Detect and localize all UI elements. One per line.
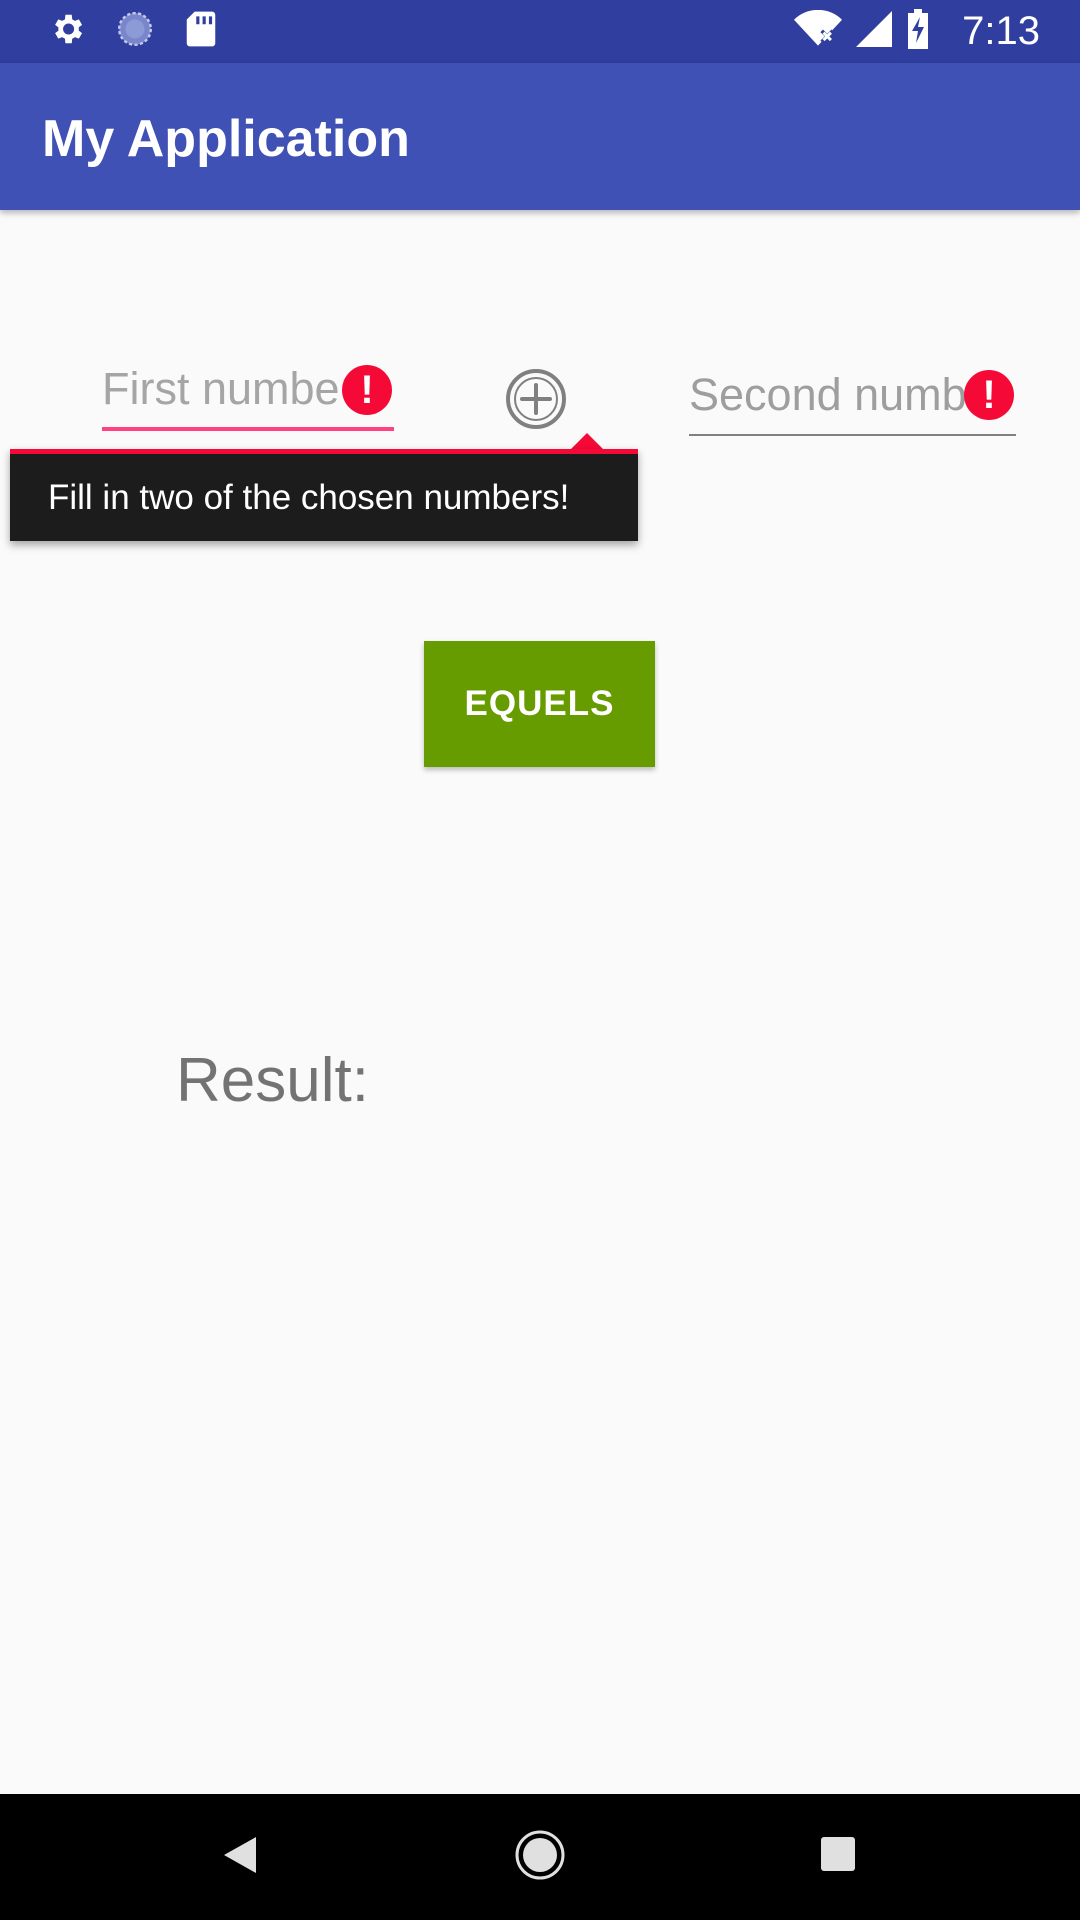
- error-popup-message: Fill in two of the chosen numbers!: [48, 477, 570, 517]
- recents-icon[interactable]: [820, 1836, 856, 1877]
- nav-bar: [0, 1794, 1080, 1920]
- sync-icon: [116, 10, 154, 53]
- status-bar: 7:13: [0, 0, 1080, 63]
- signal-icon: [856, 10, 893, 53]
- equals-button[interactable]: EQUELS: [424, 641, 655, 767]
- back-icon[interactable]: [222, 1835, 258, 1880]
- wifi-off-icon: [794, 9, 843, 53]
- first-number-underline: [102, 427, 394, 431]
- battery-charging-icon: [906, 9, 930, 54]
- status-bar-left: [48, 10, 218, 53]
- error-popup-pointer: [571, 433, 603, 449]
- second-number-field[interactable]: Second numb !: [689, 360, 1016, 436]
- result-label: Result:: [176, 1046, 369, 1115]
- first-number-field[interactable]: First numbe !: [102, 355, 394, 431]
- first-number-placeholder: First numbe: [102, 363, 340, 414]
- plus-circle-icon[interactable]: [505, 368, 567, 430]
- app-bar: My Application: [0, 63, 1080, 210]
- second-number-error-icon[interactable]: !: [964, 370, 1014, 420]
- second-number-placeholder: Second numb: [689, 369, 967, 420]
- first-number-error-icon[interactable]: !: [342, 365, 392, 415]
- error-popup: Fill in two of the chosen numbers!: [10, 449, 638, 541]
- app-title: My Application: [42, 110, 410, 168]
- settings-icon: [48, 10, 86, 53]
- status-bar-right: 7:13: [794, 9, 1040, 54]
- second-number-underline: [689, 434, 1016, 436]
- sd-card-icon: [184, 10, 218, 53]
- home-icon[interactable]: [514, 1829, 566, 1886]
- status-time: 7:13: [962, 9, 1040, 53]
